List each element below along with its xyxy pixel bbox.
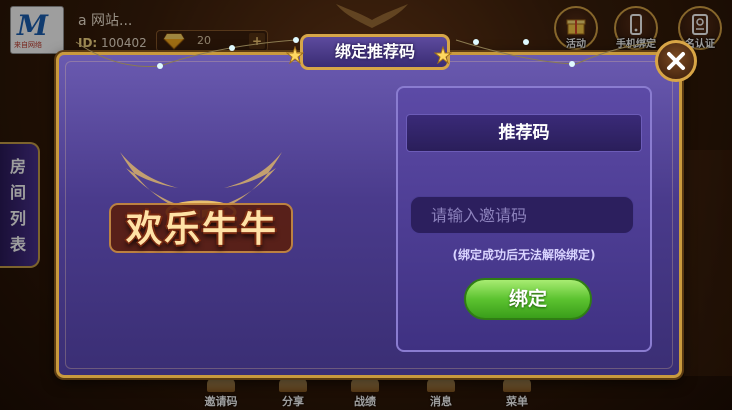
referral-panel-header: 推荐码: [406, 114, 642, 152]
star-icon: [286, 46, 304, 64]
bind-button-label: 绑定: [508, 288, 547, 310]
star-icon: [434, 46, 452, 64]
bind-button[interactable]: 绑定: [464, 278, 592, 320]
dialog-title-plate: 绑定推荐码: [300, 34, 450, 70]
dialog-title: 绑定推荐码: [334, 42, 415, 61]
close-icon: [667, 52, 685, 70]
referral-panel-title: 推荐码: [498, 123, 550, 143]
game-logo-text: 欢乐牛牛: [125, 208, 278, 250]
invite-code-input[interactable]: [410, 196, 634, 234]
bind-warning-note: (绑定成功后无法解除绑定): [452, 248, 596, 262]
close-button[interactable]: [655, 40, 697, 82]
game-logo: 欢乐牛牛: [96, 148, 306, 258]
